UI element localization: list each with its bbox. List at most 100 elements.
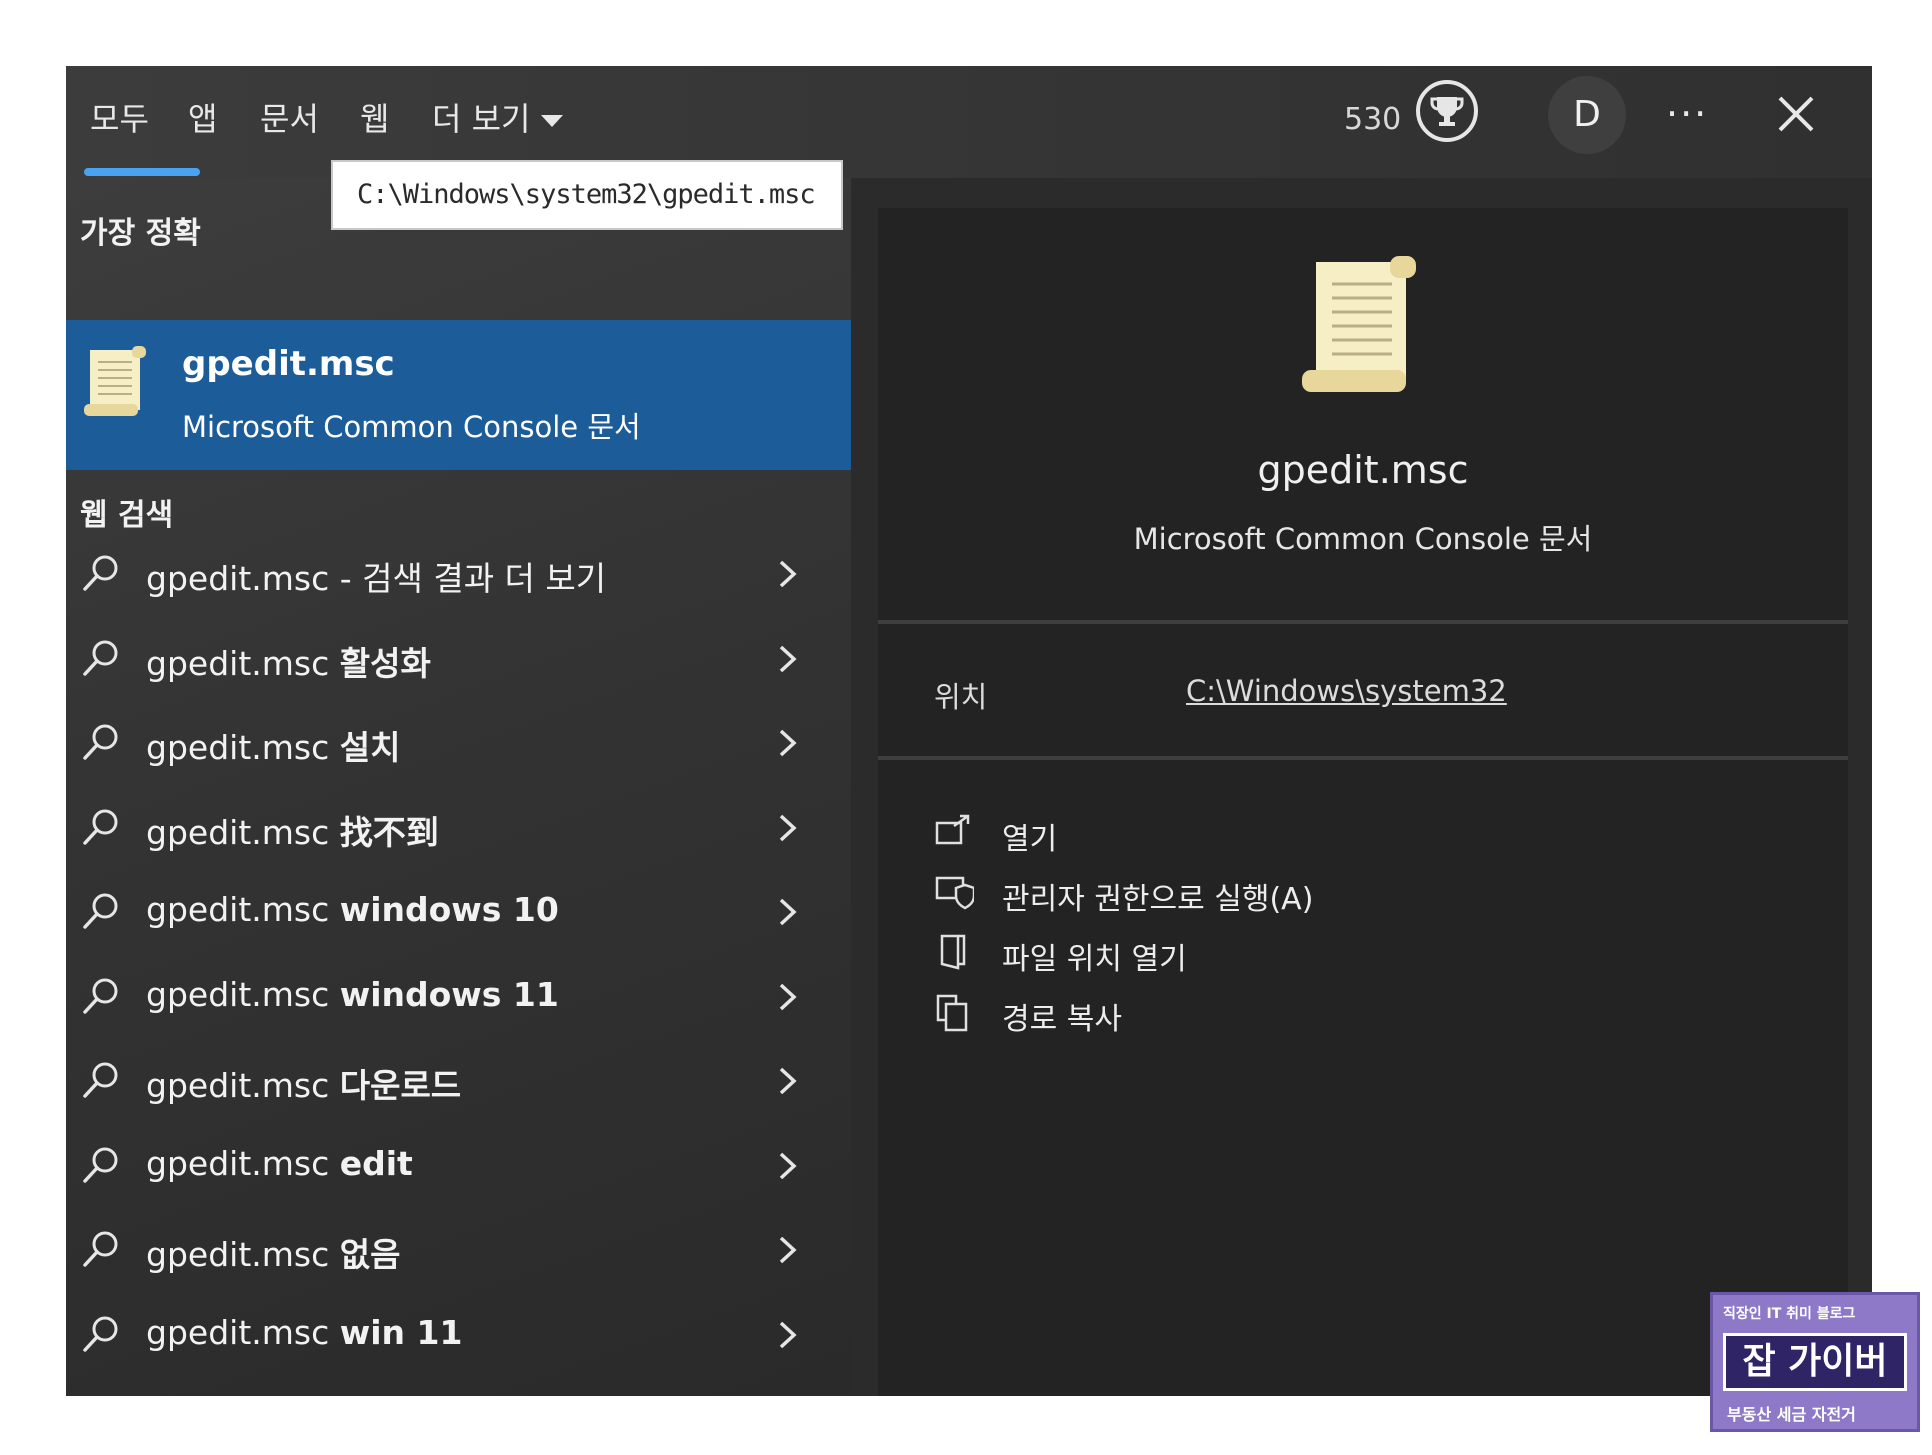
chevron-right-icon	[779, 1152, 797, 1179]
search-window: 모두 앱 문서 웹 더 보기 530 D ··· 가장 정확 gpedit.ms…	[66, 66, 1872, 1396]
chevron-right-icon	[779, 1067, 797, 1095]
web-search-item-label: gpedit.msc - 검색 결과 더 보기	[146, 552, 606, 600]
search-query-text: gpedit.msc	[146, 1066, 340, 1105]
web-search-item[interactable]: gpedit.msc 다운로드	[66, 1041, 851, 1125]
search-icon	[83, 1231, 118, 1267]
chevron-right-icon	[779, 645, 797, 672]
caret-down-icon	[540, 115, 563, 127]
best-match-subtitle: Microsoft Common Console 문서	[182, 410, 641, 444]
web-search-heading: 웹 검색	[80, 498, 174, 533]
search-suggestion-text: 설치	[339, 728, 401, 767]
search-query-text: gpedit.msc	[146, 1312, 340, 1352]
search-icon	[83, 640, 118, 676]
copy-path-action[interactable]: 경로 복사	[934, 986, 1634, 1042]
search-icon	[83, 1316, 118, 1352]
watermark-top: 직장인 IT 취미 블로그	[1723, 1306, 1856, 1322]
web-search-item[interactable]: gpedit.msc windows 11	[66, 957, 851, 1041]
chevron-right-icon	[779, 1236, 797, 1264]
search-query-text: gpedit.msc	[146, 643, 340, 683]
search-icon	[83, 809, 118, 845]
search-suggestion-text: 找不到	[339, 812, 439, 852]
best-match-title: gpedit.msc	[182, 344, 395, 384]
web-search-item[interactable]: gpedit.msc 1.0	[66, 1379, 851, 1396]
chevron-right-icon	[779, 983, 797, 1010]
open-file-location-label: 파일 위치 열기	[1002, 942, 1187, 977]
results-list: 가장 정확 gpedit.msc Microsoft Common Consol…	[66, 178, 851, 1396]
search-suggestion-text: win 11	[339, 1312, 463, 1352]
open-action[interactable]: 열기	[934, 806, 1634, 862]
open-external-icon	[935, 814, 970, 845]
web-search-item[interactable]: gpedit.msc windows 10	[66, 872, 851, 956]
divider	[878, 756, 1848, 760]
tab-web[interactable]: 웹	[360, 94, 389, 140]
tab-documents[interactable]: 문서	[260, 94, 319, 140]
close-icon[interactable]	[1774, 92, 1818, 136]
preview-pane: gpedit.msc Microsoft Common Console 문서 위…	[878, 208, 1848, 1396]
divider	[878, 620, 1848, 624]
watermark-bottom: 부동산 세금 자전거	[1727, 1405, 1856, 1424]
tab-all[interactable]: 모두	[90, 94, 149, 140]
web-search-item-label: gpedit.msc 다운로드	[146, 1059, 461, 1107]
tab-more-label: 더 보기	[432, 100, 531, 138]
search-query-text: gpedit.msc	[146, 890, 340, 929]
chevron-right-icon	[779, 729, 797, 757]
watermark-logo: 잡 가이버	[1723, 1333, 1907, 1391]
search-icon	[83, 1147, 118, 1183]
search-query-text: gpedit.msc	[146, 812, 340, 852]
search-query-text: gpedit.msc	[146, 1143, 340, 1183]
chevron-right-icon	[779, 898, 797, 926]
web-search-item-label: gpedit.msc 找不到	[146, 806, 439, 854]
open-file-location-action[interactable]: 파일 위치 열기	[934, 926, 1634, 982]
web-search-item[interactable]: gpedit.msc 없음	[66, 1210, 851, 1294]
web-search-item[interactable]: gpedit.msc 활성화	[66, 619, 851, 703]
tab-apps[interactable]: 앱	[188, 94, 217, 140]
run-as-admin-action[interactable]: 관리자 권한으로 실행(A)	[934, 866, 1634, 922]
best-match-heading: 가장 정확	[80, 216, 201, 251]
file-location-icon	[940, 934, 966, 970]
run-as-admin-shield-icon	[935, 876, 974, 910]
chevron-right-icon	[779, 814, 797, 841]
account-avatar[interactable]: D	[1548, 76, 1626, 154]
scroll-document-icon	[1302, 256, 1416, 392]
tab-more[interactable]: 더 보기	[432, 94, 563, 140]
run-as-admin-label: 관리자 권한으로 실행(A)	[1002, 882, 1314, 917]
preview-subtitle: Microsoft Common Console 문서	[1133, 522, 1593, 556]
open-action-label: 열기	[1002, 822, 1058, 857]
scroll-document-icon	[84, 346, 146, 416]
web-search-item[interactable]: gpedit.msc 설치	[66, 703, 851, 787]
web-search-item-label: gpedit.msc 활성화	[146, 637, 431, 685]
chevron-right-icon	[779, 1321, 797, 1348]
watermark-badge: 직장인 IT 취미 블로그 잡 가이버 부동산 세금 자전거	[1710, 1292, 1920, 1432]
best-match-result[interactable]: gpedit.msc Microsoft Common Console 문서	[66, 320, 851, 470]
search-suggestion-text: windows 11	[339, 974, 559, 1014]
web-search-item-label: gpedit.msc edit	[146, 1144, 413, 1183]
copy-path-label: 경로 복사	[1002, 1002, 1122, 1037]
search-query-text: gpedit.msc	[146, 559, 330, 598]
path-tooltip: C:\Windows\system32\gpedit.msc	[331, 160, 843, 230]
web-search-item[interactable]: gpedit.msc 找不到	[66, 788, 851, 872]
web-search-item-label: gpedit.msc windows 10	[146, 890, 559, 929]
more-options-button[interactable]: ···	[1666, 92, 1708, 136]
search-query-text: gpedit.msc	[146, 1235, 340, 1274]
location-link[interactable]: C:\Windows\system32	[1186, 674, 1507, 708]
copy-path-icon	[936, 994, 968, 1032]
search-icon	[83, 724, 118, 760]
search-icon	[83, 978, 118, 1014]
chevron-right-icon	[779, 560, 797, 588]
search-suggestion-text: - 검색 결과 더 보기	[329, 559, 607, 598]
location-label: 위치	[934, 680, 988, 714]
active-tab-indicator	[84, 168, 200, 176]
search-suggestion-text: 활성화	[339, 643, 431, 683]
web-search-item-label: gpedit.msc windows 11	[146, 975, 559, 1014]
web-search-item[interactable]: gpedit.msc edit	[66, 1126, 851, 1210]
preview-title: gpedit.msc	[1257, 448, 1469, 492]
trophy-icon[interactable]	[1416, 80, 1478, 142]
search-icon	[83, 555, 118, 591]
search-icon	[83, 893, 118, 929]
search-query-text: gpedit.msc	[146, 728, 340, 767]
web-search-item-label: gpedit.msc win 11	[146, 1313, 462, 1352]
web-search-item[interactable]: gpedit.msc win 11	[66, 1295, 851, 1379]
web-search-item-label: gpedit.msc 설치	[146, 721, 400, 769]
web-search-item[interactable]: gpedit.msc - 검색 결과 더 보기	[66, 534, 851, 618]
search-suggestion-text: edit	[339, 1143, 413, 1183]
